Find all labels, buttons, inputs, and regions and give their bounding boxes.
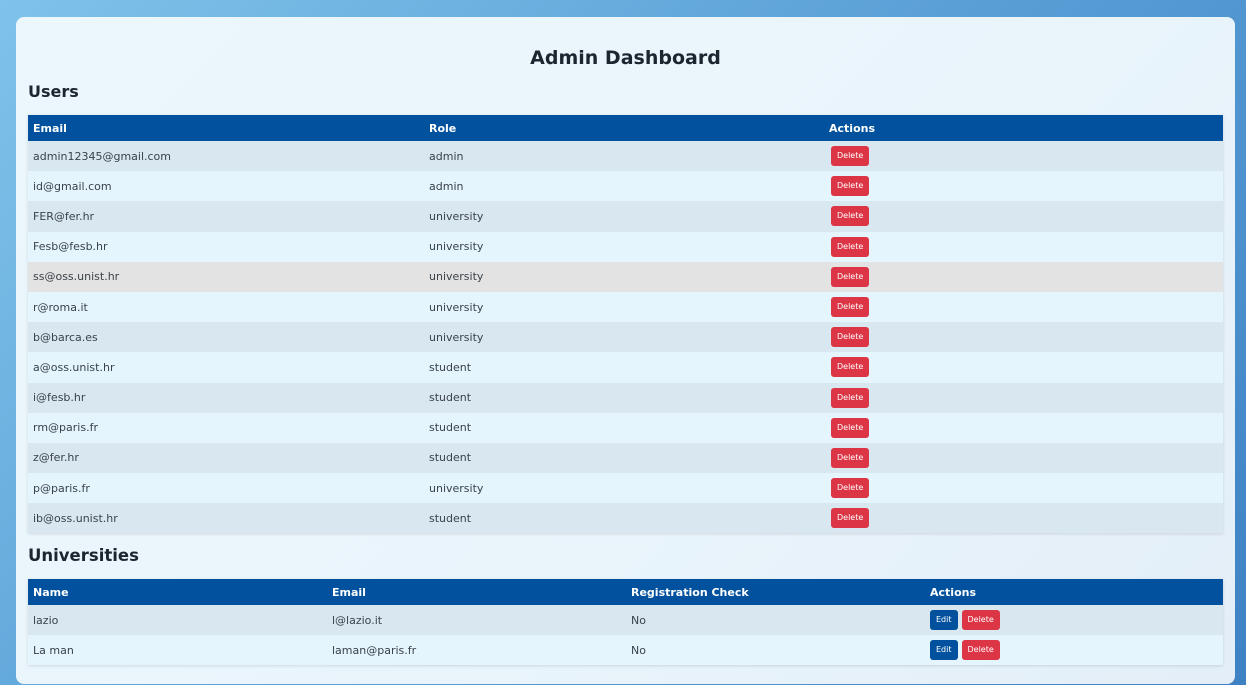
user-role: university [429,330,484,344]
user-email: ib@oss.unist.hr [33,511,118,525]
user-actions: Delete [824,503,1223,533]
user-actions: Delete [824,352,1223,382]
dashboard-card: Admin Dashboard Users Email Role Actions… [16,17,1235,684]
users-table: Email Role Actions admin12345@gmail.com a… [28,115,1223,534]
user-actions: Delete [824,383,1223,413]
university-actions: Edit Delete [925,635,1223,665]
delete-user-button[interactable]: Delete [831,447,870,468]
delete-user-button[interactable]: Delete [831,357,870,378]
user-role: university [429,300,484,314]
universities-table-header: Name Email Registration Check Actions [28,579,1223,606]
universities-heading: Universities [28,546,139,566]
delete-user-button[interactable]: Delete [831,297,870,318]
delete-user-button[interactable]: Delete [831,508,870,529]
table-row: ss@oss.unist.hr university Delete [28,261,1223,292]
user-actions: Delete [824,141,1223,171]
table-row: i@fesb.hr student Delete [28,382,1223,413]
column-header-actions: Actions [829,121,875,135]
user-email: FER@fer.hr [33,209,95,223]
page-title: Admin Dashboard [530,47,721,69]
user-email: p@paris.fr [33,481,90,495]
user-actions: Delete [824,443,1223,473]
user-role: university [429,240,484,254]
user-email: a@oss.unist.hr [33,360,115,374]
column-header-email: Email [33,121,67,135]
user-role: admin [429,179,464,193]
delete-user-button[interactable]: Delete [831,266,870,287]
delete-user-button[interactable]: Delete [831,236,870,257]
user-role: student [429,391,472,405]
user-actions: Delete [824,262,1223,292]
table-row: rm@paris.fr student Delete [28,412,1223,443]
user-role: university [429,270,484,284]
table-row: FER@fer.hr university Delete [28,201,1223,232]
table-row: b@barca.es university Delete [28,322,1223,353]
user-email: rm@paris.fr [33,421,98,435]
column-header-actions: Actions [930,585,976,599]
university-registration-check: No [631,613,646,627]
university-name: lazio [33,613,59,627]
user-actions: Delete [824,232,1223,262]
users-heading: Users [28,82,79,101]
column-header-role: Role [429,121,457,135]
user-email: r@roma.it [33,300,88,314]
delete-user-button[interactable]: Delete [831,176,870,197]
user-actions: Delete [824,292,1223,322]
delete-university-button[interactable]: Delete [961,610,1000,631]
university-name: La man [33,643,74,657]
user-email: id@gmail.com [33,179,112,193]
delete-user-button[interactable]: Delete [831,206,870,227]
table-row: a@oss.unist.hr student Delete [28,352,1223,383]
user-role: student [429,360,472,374]
user-actions: Delete [824,473,1223,503]
universities-table: Name Email Registration Check Actions la… [28,579,1223,666]
university-registration-check: No [631,643,646,657]
table-row: id@gmail.com admin Delete [28,171,1223,202]
university-email: l@lazio.it [332,613,383,627]
user-role: admin [429,149,464,163]
table-row: r@roma.it university Delete [28,291,1223,323]
table-row: Fesb@fesb.hr university Delete [28,231,1223,262]
user-actions: Delete [824,322,1223,352]
user-email: z@fer.hr [33,451,79,465]
user-email: admin12345@gmail.com [33,149,171,163]
user-role: student [429,421,472,435]
column-header-email: Email [332,585,366,599]
university-actions: Edit Delete [925,605,1223,635]
delete-user-button[interactable]: Delete [831,146,870,167]
user-email: Fesb@fesb.hr [33,240,108,254]
table-row: admin12345@gmail.com admin Delete [28,141,1223,172]
table-row: ib@oss.unist.hr student Delete [28,503,1223,534]
edit-university-button[interactable]: Edit [930,610,958,631]
column-header-registration-check: Registration Check [631,585,749,599]
university-email: laman@paris.fr [332,643,417,657]
user-email: i@fesb.hr [33,391,86,405]
user-role: university [429,481,484,495]
users-table-header: Email Role Actions [28,115,1223,141]
user-actions: Delete [824,171,1223,201]
delete-user-button[interactable]: Delete [831,478,870,499]
delete-university-button[interactable]: Delete [961,640,1000,661]
user-email: ss@oss.unist.hr [33,270,120,284]
delete-user-button[interactable]: Delete [831,417,870,438]
user-actions: Delete [824,413,1223,443]
table-row: lazio l@lazio.it No Edit Delete [28,605,1223,636]
user-role: student [429,451,472,465]
delete-user-button[interactable]: Delete [831,327,870,348]
column-header-name: Name [33,585,69,599]
user-role: university [429,209,484,223]
table-row: z@fer.hr student Delete [28,442,1223,474]
table-row: p@paris.fr university Delete [28,473,1223,504]
delete-user-button[interactable]: Delete [831,387,870,408]
table-row: La man laman@paris.fr No Edit Delete [28,635,1223,666]
user-email: b@barca.es [33,330,98,344]
edit-university-button[interactable]: Edit [930,640,958,661]
user-actions: Delete [824,201,1223,231]
user-role: student [429,511,472,525]
